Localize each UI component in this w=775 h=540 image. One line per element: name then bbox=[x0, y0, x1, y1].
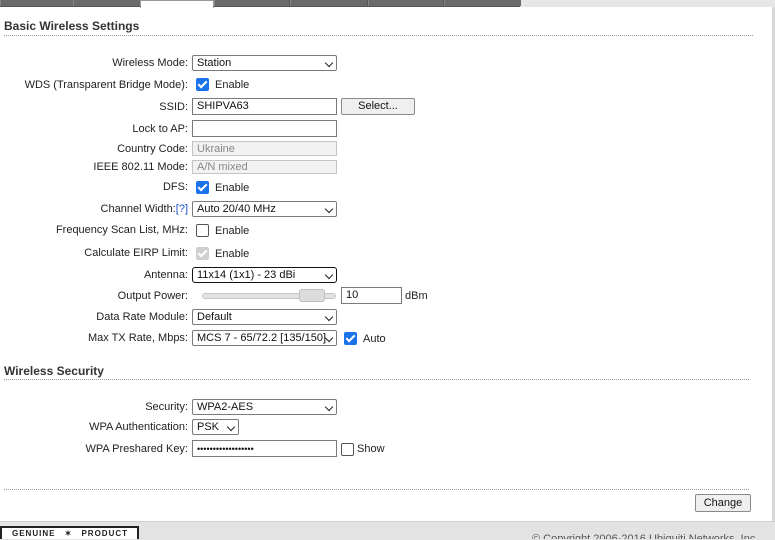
security-value: WPA2-AES bbox=[197, 401, 254, 413]
channel-width-value: Auto 20/40 MHz bbox=[197, 203, 276, 215]
psk-input[interactable]: •••••••••••••••••• bbox=[192, 440, 337, 457]
freq-scan-enable-label: Enable bbox=[215, 225, 250, 237]
tab-strip bbox=[0, 0, 521, 8]
data-rate-label: Data Rate Module: bbox=[96, 311, 188, 323]
country-code-input: Ukraine bbox=[192, 141, 337, 156]
tab-network[interactable] bbox=[214, 0, 289, 6]
channel-width-label-text: Channel Width: bbox=[100, 203, 176, 215]
country-code-label: Country Code: bbox=[117, 143, 188, 155]
wds-label: WDS (Transparent Bridge Mode): bbox=[24, 79, 188, 91]
ssid-select-button[interactable]: Select... bbox=[341, 98, 415, 115]
freq-scan-checkbox[interactable] bbox=[196, 224, 209, 237]
output-power-unit: dBm bbox=[405, 290, 428, 302]
lock-to-ap-input[interactable] bbox=[192, 120, 337, 137]
tab-main-2[interactable] bbox=[73, 0, 140, 6]
max-tx-select[interactable]: MCS 7 - 65/72.2 [135/150] bbox=[192, 330, 337, 346]
psk-label: WPA Preshared Key: bbox=[85, 443, 188, 455]
output-power-input[interactable]: 10 bbox=[341, 287, 402, 304]
wds-checkbox[interactable] bbox=[196, 78, 209, 91]
eirp-enable-label: Enable bbox=[215, 248, 250, 260]
max-tx-auto-checkbox[interactable] bbox=[344, 332, 357, 345]
max-tx-label: Max TX Rate, Mbps: bbox=[87, 332, 188, 344]
dfs-enable-label: Enable bbox=[215, 182, 250, 194]
wireless-mode-select[interactable]: Station bbox=[192, 55, 337, 71]
bottom-divider bbox=[4, 489, 749, 490]
eirp-label: Calculate EIRP Limit: bbox=[84, 247, 188, 259]
tab-services[interactable] bbox=[368, 0, 443, 6]
genuine-product-badge: GENUINE ✶ PRODUCT bbox=[0, 526, 139, 539]
lock-to-ap-label: Lock to AP: bbox=[132, 123, 188, 135]
channel-width-label: Channel Width:[?] bbox=[2, 202, 188, 216]
data-rate-select[interactable]: Default bbox=[192, 309, 337, 325]
ssid-label: SSID: bbox=[159, 101, 188, 113]
section-title-basic-wireless: Basic Wireless Settings bbox=[4, 19, 140, 33]
ieee-mode-input: A/N mixed bbox=[192, 160, 337, 174]
section-divider bbox=[4, 379, 749, 380]
output-power-slider-handle[interactable] bbox=[299, 289, 326, 302]
section-title-wireless-security: Wireless Security bbox=[4, 364, 104, 378]
data-rate-value: Default bbox=[197, 311, 232, 323]
chevron-down-icon bbox=[324, 204, 334, 214]
tab-wireless[interactable] bbox=[140, 0, 214, 8]
chevron-down-icon bbox=[324, 270, 334, 280]
output-power-label: Output Power: bbox=[117, 290, 188, 302]
badge-emblem-icon: ✶ bbox=[64, 529, 73, 538]
freq-scan-label: Frequency Scan List, MHz: bbox=[55, 224, 188, 236]
wpa-auth-select[interactable]: PSK bbox=[192, 419, 239, 435]
chevron-down-icon bbox=[226, 422, 236, 432]
chevron-down-icon bbox=[324, 58, 334, 68]
wireless-mode-label: Wireless Mode: bbox=[112, 57, 188, 69]
badge-right-text: PRODUCT bbox=[81, 529, 129, 538]
antenna-label: Antenna: bbox=[143, 269, 188, 281]
security-select[interactable]: WPA2-AES bbox=[192, 399, 337, 415]
ieee-mode-label: IEEE 802.11 Mode: bbox=[93, 161, 188, 173]
wpa-auth-label: WPA Authentication: bbox=[89, 421, 188, 433]
antenna-value: 11x14 (1x1) - 23 dBi bbox=[197, 269, 296, 281]
tab-system[interactable] bbox=[444, 0, 521, 6]
tab-main[interactable] bbox=[0, 0, 73, 6]
wpa-auth-value: PSK bbox=[197, 421, 220, 433]
psk-show-label: Show bbox=[357, 443, 385, 455]
wireless-mode-value: Station bbox=[197, 57, 232, 69]
copyright-text: © Copyright 2006-2016 Ubiquiti Networks,… bbox=[532, 533, 759, 539]
channel-width-select[interactable]: Auto 20/40 MHz bbox=[192, 201, 337, 217]
dfs-checkbox[interactable] bbox=[196, 181, 209, 194]
change-button[interactable]: Change bbox=[695, 494, 751, 512]
security-label: Security: bbox=[145, 401, 188, 413]
ssid-input[interactable]: SHIPVA63 bbox=[192, 98, 337, 115]
wds-enable-label: Enable bbox=[215, 79, 250, 91]
chevron-down-icon bbox=[324, 402, 334, 412]
badge-left-text: GENUINE bbox=[12, 529, 56, 538]
help-link[interactable]: [?] bbox=[176, 203, 188, 215]
max-tx-auto-label: Auto bbox=[363, 333, 386, 345]
eirp-checkbox bbox=[196, 247, 209, 260]
section-divider bbox=[4, 35, 753, 36]
psk-show-checkbox[interactable] bbox=[341, 443, 354, 456]
dfs-label: DFS: bbox=[162, 181, 188, 193]
max-tx-value: MCS 7 - 65/72.2 [135/150] bbox=[197, 332, 327, 344]
tab-advanced[interactable] bbox=[290, 0, 367, 6]
antenna-select[interactable]: 11x14 (1x1) - 23 dBi bbox=[192, 267, 337, 283]
chevron-down-icon bbox=[324, 312, 334, 322]
